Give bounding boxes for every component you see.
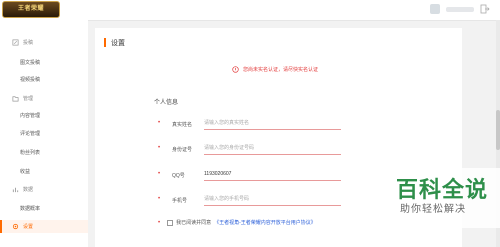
sidebar-item-video[interactable]: 视频投稿	[20, 76, 40, 83]
watermark: 百科全说 助你轻松解决	[392, 168, 500, 228]
agree-checkbox[interactable]	[167, 219, 174, 226]
verification-warning: 您尚未实名认证，请尽快实名认证	[232, 66, 318, 73]
edit-icon	[12, 39, 19, 46]
form-row-idcard: • 身份证号	[154, 143, 341, 156]
form-row-realname: • 真实姓名	[154, 118, 341, 131]
sidebar-item-settings[interactable]: 设置	[0, 220, 88, 233]
sidebar-group-manage: 管理	[12, 95, 33, 102]
field-wrapper	[204, 169, 341, 181]
sidebar-item-data[interactable]: 数据概率	[20, 205, 40, 212]
sidebar-item-content[interactable]: 内容管理	[20, 112, 40, 119]
sidebar-item-fans[interactable]: 粉丝列表	[20, 149, 40, 156]
field-label: 身份证号	[172, 147, 193, 153]
required-mark: •	[158, 196, 161, 202]
page-title: 设置	[111, 40, 125, 47]
chart-icon	[12, 187, 19, 193]
logout-icon[interactable]	[480, 4, 490, 14]
section-title: 个人信息	[154, 100, 179, 106]
sidebar-item-article[interactable]: 图文投稿	[20, 59, 40, 66]
agree-text: 我已阅读并同意	[176, 220, 212, 226]
field-label: 手机号	[172, 198, 188, 204]
sidebar-group-data: 数据	[12, 186, 33, 193]
app-logo[interactable]: 王者荣耀	[2, 1, 60, 18]
required-mark: •	[158, 120, 161, 126]
sidebar-group-contribute: 投稿	[12, 39, 33, 46]
sidebar: 投稿 图文投稿 视频投稿 管理 内容管理 评论管理 粉丝列表 收益 数据 数据概…	[0, 20, 88, 247]
user-area	[430, 4, 490, 14]
field-wrapper	[204, 118, 341, 130]
avatar[interactable]	[430, 4, 440, 14]
sidebar-group-label: 投稿	[23, 40, 34, 46]
idcard-input[interactable]	[204, 143, 334, 153]
field-wrapper	[204, 194, 341, 206]
sidebar-item-income[interactable]: 收益	[20, 168, 30, 175]
warning-icon	[232, 66, 239, 73]
realname-input[interactable]	[204, 118, 334, 128]
sidebar-group-label: 数据	[23, 187, 34, 193]
form-row-phone: • 手机号	[154, 194, 341, 207]
scrollbar-thumb[interactable]	[496, 110, 500, 150]
title-accent-bar	[104, 38, 106, 47]
form-row-qq: • QQ号	[154, 169, 341, 182]
qq-input[interactable]	[204, 169, 334, 179]
top-bar: 王者荣耀	[0, 0, 500, 21]
warning-text: 您尚未实名认证，请尽快实名认证	[243, 67, 319, 73]
gear-icon	[12, 223, 19, 230]
user-name-placeholder[interactable]	[446, 6, 474, 12]
required-mark: •	[158, 171, 161, 177]
phone-input[interactable]	[204, 194, 334, 204]
watermark-sub: 助你轻松解决	[400, 204, 466, 215]
required-mark: •	[158, 219, 161, 226]
sidebar-group-label: 管理	[23, 96, 34, 102]
sidebar-item-label: 设置	[23, 224, 34, 230]
required-mark: •	[158, 145, 161, 151]
field-label: QQ号	[172, 173, 185, 179]
field-wrapper	[204, 143, 341, 155]
sidebar-item-comments[interactable]: 评论管理	[20, 130, 40, 137]
field-label: 真实姓名	[172, 122, 193, 128]
folder-icon	[12, 96, 19, 102]
agreement-link[interactable]: 《王者视角-王者荣耀内容开放平台用户协议》	[214, 219, 316, 226]
